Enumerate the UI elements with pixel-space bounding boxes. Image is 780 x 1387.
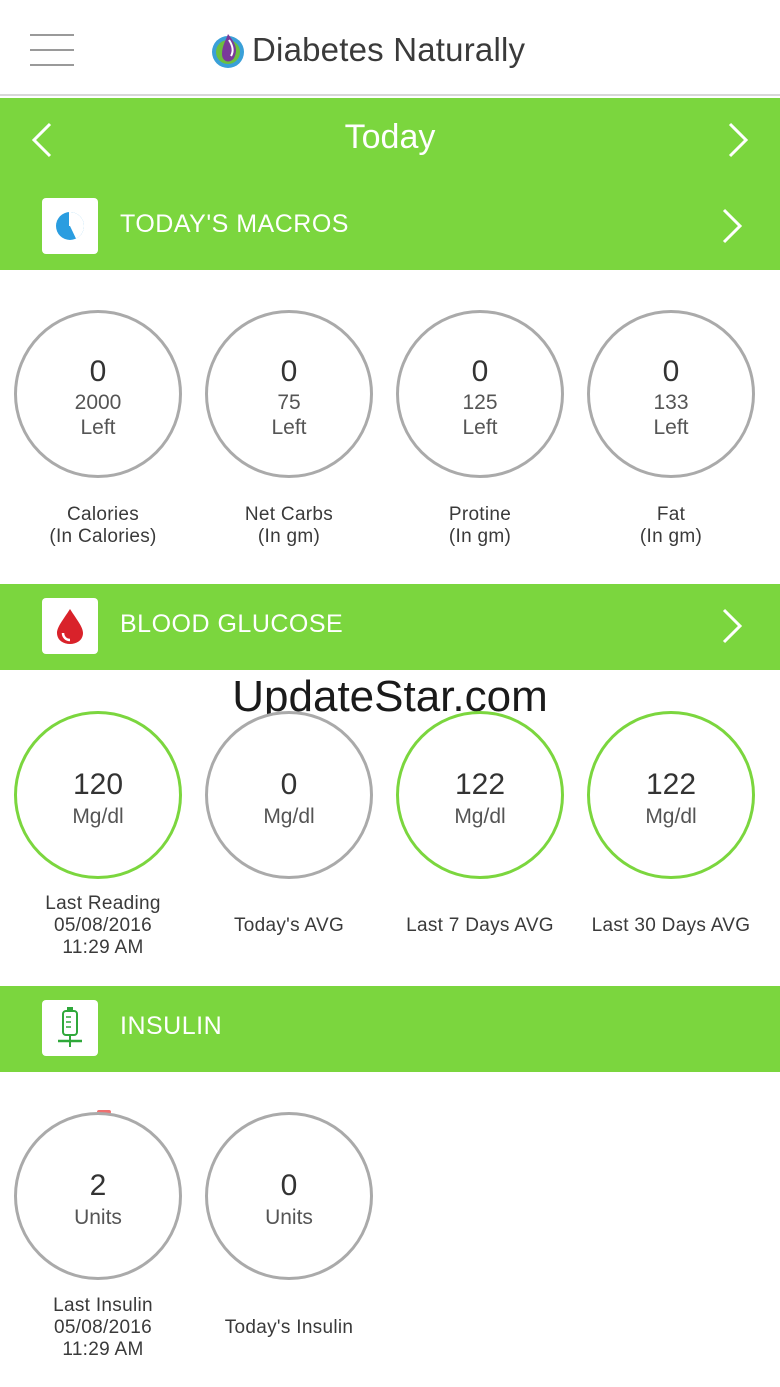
todays-insulin-label: Today's Insulin <box>224 1317 354 1338</box>
last-insulin-caption: Last Insulin 05/08/2016 11:29 AM <box>8 1295 198 1361</box>
macros-section-header[interactable]: TODAY'S MACROS <box>0 184 780 270</box>
protein-unit: (In gm) <box>448 526 512 547</box>
last-30-days-avg-label: Last 30 Days AVG <box>591 915 751 936</box>
protein-remaining: 125 <box>462 391 498 414</box>
last-insulin-circle[interactable]: 2 Units <box>14 1112 182 1280</box>
last-insulin-date: 05/08/2016 <box>53 1317 153 1338</box>
last-7-days-avg-caption: Last 7 Days AVG <box>385 915 575 937</box>
todays-insulin-caption: Today's Insulin <box>194 1317 384 1339</box>
net-carbs-remaining-label: Left <box>271 416 307 439</box>
last-reading-circle[interactable]: 120 Mg/dl <box>14 711 182 879</box>
last-insulin-time: 11:29 AM <box>62 1339 144 1360</box>
fat-unit: (In gm) <box>639 526 703 547</box>
app-header: Diabetes Naturally <box>0 0 780 96</box>
syringe-icon <box>58 1007 82 1047</box>
last-30-days-avg-circle[interactable]: 122 Mg/dl <box>587 711 755 879</box>
last-30-days-avg-caption: Last 30 Days AVG <box>576 915 766 937</box>
chevron-right-icon[interactable] <box>720 606 744 646</box>
todays-avg-circle[interactable]: 0 Mg/dl <box>205 711 373 879</box>
todays-insulin-value: 0 <box>280 1169 298 1202</box>
todays-avg-caption: Today's AVG <box>194 915 384 937</box>
last-30-days-avg-unit: Mg/dl <box>645 805 697 828</box>
insulin-section-title: INSULIN <box>120 1012 223 1040</box>
protein-value: 0 <box>471 355 489 388</box>
insulin-section-header[interactable]: INSULIN <box>0 986 780 1072</box>
hamburger-menu-icon[interactable] <box>30 34 74 68</box>
last-7-days-avg-unit: Mg/dl <box>454 805 506 828</box>
glucose-section-header[interactable]: BLOOD GLUCOSE <box>0 584 780 670</box>
protein-label: Protine <box>448 504 512 525</box>
glucose-section-title: BLOOD GLUCOSE <box>120 610 344 638</box>
last-insulin-unit: Units <box>74 1206 122 1229</box>
app-title: Diabetes Naturally <box>252 31 526 68</box>
last-7-days-avg-value: 122 <box>454 768 506 801</box>
todays-avg-value: 0 <box>280 768 298 801</box>
app-brand: Diabetes Naturally <box>210 28 525 72</box>
macros-section-title: TODAY'S MACROS <box>120 210 349 238</box>
chevron-right-icon[interactable] <box>720 206 744 246</box>
last-reading-caption: Last Reading 05/08/2016 11:29 AM <box>8 893 198 959</box>
fat-caption: Fat (In gm) <box>576 504 766 548</box>
pie-chart-icon <box>56 212 84 240</box>
last-30-days-avg-value: 122 <box>645 768 697 801</box>
todays-avg-unit: Mg/dl <box>263 805 315 828</box>
day-navigation-bar: Today <box>0 98 780 184</box>
calories-remaining: 2000 <box>74 391 122 414</box>
last-reading-time: 11:29 AM <box>62 937 144 958</box>
calories-circle[interactable]: 0 2000 Left <box>14 310 182 478</box>
fat-remaining: 133 <box>653 391 689 414</box>
last-insulin-label: Last Insulin <box>53 1295 153 1316</box>
fat-value: 0 <box>662 355 680 388</box>
todays-insulin-unit: Units <box>265 1206 313 1229</box>
day-title: Today <box>344 118 436 156</box>
net-carbs-value: 0 <box>280 355 298 388</box>
last-7-days-avg-circle[interactable]: 122 Mg/dl <box>396 711 564 879</box>
last-reading-label: Last Reading <box>45 893 161 914</box>
last-insulin-value: 2 <box>89 1169 107 1202</box>
chevron-right-icon[interactable] <box>722 120 752 160</box>
net-carbs-remaining: 75 <box>277 391 301 414</box>
net-carbs-circle[interactable]: 0 75 Left <box>205 310 373 478</box>
macros-icon-box <box>42 198 98 254</box>
todays-avg-label: Today's AVG <box>233 915 345 936</box>
protein-remaining-label: Left <box>462 416 498 439</box>
glucose-icon-box <box>42 598 98 654</box>
last-reading-unit: Mg/dl <box>72 805 124 828</box>
calories-caption: Calories (In Calories) <box>8 504 198 548</box>
calories-label: Calories <box>66 504 140 525</box>
blood-drop-icon <box>57 609 83 644</box>
calories-value: 0 <box>89 355 107 388</box>
protein-circle[interactable]: 0 125 Left <box>396 310 564 478</box>
calories-unit: (In Calories) <box>49 526 157 547</box>
last-reading-value: 120 <box>72 768 124 801</box>
protein-caption: Protine (In gm) <box>385 504 575 548</box>
last-7-days-avg-label: Last 7 Days AVG <box>406 915 554 936</box>
insulin-icon-box <box>42 1000 98 1056</box>
fat-remaining-label: Left <box>653 416 689 439</box>
net-carbs-unit: (In gm) <box>257 526 321 547</box>
net-carbs-caption: Net Carbs (In gm) <box>194 504 384 548</box>
net-carbs-label: Net Carbs <box>244 504 334 525</box>
fat-circle[interactable]: 0 133 Left <box>587 310 755 478</box>
todays-insulin-circle[interactable]: 0 Units <box>205 1112 373 1280</box>
calories-remaining-label: Left <box>80 416 116 439</box>
droplet-leaf-logo <box>212 34 244 68</box>
fat-label: Fat <box>656 504 686 525</box>
last-reading-date: 05/08/2016 <box>53 915 153 936</box>
